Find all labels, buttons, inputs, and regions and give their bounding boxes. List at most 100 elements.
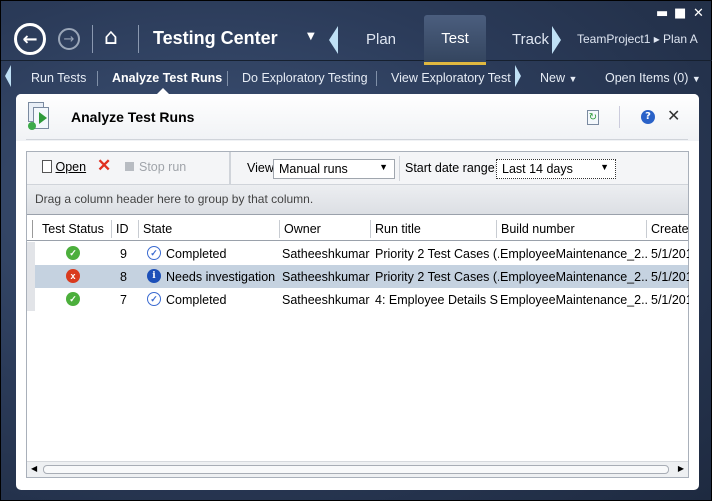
- column-created[interactable]: Created: [651, 222, 689, 236]
- cell-owner: Satheeshkumar: [282, 270, 370, 284]
- date-range-value: Last 14 days: [502, 162, 573, 176]
- panel-header: Analyze Test Runs ↻ ? ✕: [16, 94, 699, 141]
- tab-track[interactable]: Track: [512, 31, 549, 48]
- divider: [496, 220, 497, 238]
- stop-run-button[interactable]: Stop run: [125, 160, 186, 174]
- nav-scroll-left[interactable]: [5, 65, 11, 87]
- cell-created: 5/1/201: [651, 247, 689, 261]
- column-header-row: Test Status ID State Owner Run title Bui…: [27, 217, 689, 241]
- divider: [370, 220, 371, 238]
- scroll-left-arrow[interactable]: ◀: [31, 464, 37, 473]
- divider: [619, 106, 620, 128]
- row-handle[interactable]: [27, 288, 35, 311]
- column-owner[interactable]: Owner: [284, 222, 321, 236]
- divider: [227, 71, 228, 86]
- scrollbar-thumb[interactable]: [43, 465, 669, 474]
- cell-run-title: Priority 2 Test Cases (...: [375, 247, 499, 261]
- view-dropdown[interactable]: Manual runs ▼: [273, 159, 395, 179]
- cell-id: 8: [120, 270, 127, 284]
- divider: [279, 220, 280, 238]
- cell-owner: Satheeshkumar: [282, 247, 370, 261]
- view-value: Manual runs: [279, 162, 348, 176]
- row-handle[interactable]: [27, 265, 35, 288]
- back-button[interactable]: ←: [14, 23, 46, 55]
- open-button[interactable]: Open: [42, 160, 86, 174]
- state-completed-icon: ✓: [147, 246, 161, 260]
- cell-id: 7: [120, 293, 127, 307]
- group-by-area[interactable]: Drag a column header here to group by th…: [27, 185, 688, 215]
- test-runs-icon: [28, 102, 54, 132]
- open-label: Open: [55, 160, 87, 174]
- cell-build-number: EmployeeMaintenance_2...: [500, 247, 648, 261]
- cell-state: Completed: [166, 293, 227, 307]
- close-panel-button[interactable]: ✕: [667, 106, 680, 125]
- column-run-title[interactable]: Run title: [375, 222, 421, 236]
- cell-state: Completed: [166, 247, 227, 261]
- table-row[interactable]: ✓ 7 ✓ Completed Satheeshkumar 4: Employee Det…: [27, 288, 689, 311]
- chevron-down-icon: ▼: [379, 162, 388, 172]
- column-test-status[interactable]: Test Status: [42, 222, 104, 236]
- cell-id: 9: [120, 247, 127, 261]
- divider: [26, 139, 688, 140]
- cell-build-number: EmployeeMaintenance_2...: [500, 293, 648, 307]
- horizontal-scrollbar[interactable]: ◀ ▶: [27, 461, 688, 477]
- cell-build-number: EmployeeMaintenance_2...: [500, 270, 648, 284]
- scroll-right-arrow[interactable]: ▶: [678, 464, 684, 473]
- divider: [97, 71, 98, 86]
- maximize-button[interactable]: ■: [674, 6, 686, 21]
- nav-run-tests[interactable]: Run Tests: [31, 71, 86, 85]
- minimize-button[interactable]: ▬: [656, 6, 668, 21]
- open-items-label: Open Items (0): [605, 71, 689, 85]
- info-icon: i: [147, 269, 161, 283]
- column-build-number[interactable]: Build number: [501, 222, 575, 236]
- tabs-scroll-right[interactable]: [552, 26, 561, 54]
- cell-run-title: Priority 2 Test Cases (...: [375, 270, 499, 284]
- toolbar: Open ✕ Stop run View: Manual runs ▼ Start…: [27, 152, 688, 185]
- nav-scroll-right[interactable]: [515, 65, 521, 87]
- table-row[interactable]: ✓ 9 ✓ Completed Satheeshkumar Priority 2 Test…: [27, 242, 689, 265]
- tab-test[interactable]: Test: [424, 15, 486, 65]
- new-label: New: [540, 71, 566, 85]
- state-completed-icon: ✓: [147, 292, 161, 306]
- failed-icon: x: [66, 269, 80, 283]
- start-date-range-label: Start date range:: [405, 161, 499, 175]
- divider: [646, 220, 647, 238]
- divider: [399, 156, 400, 181]
- cell-state: Needs investigation: [166, 270, 276, 284]
- nav-analyze-test-runs[interactable]: Analyze Test Runs: [112, 71, 222, 85]
- chevron-down-icon[interactable]: ▼: [307, 31, 315, 42]
- new-menu[interactable]: New ▼: [540, 71, 577, 85]
- help-icon[interactable]: ?: [641, 110, 655, 124]
- cell-created: 5/1/201: [651, 293, 689, 307]
- passed-icon: ✓: [66, 292, 80, 306]
- open-items-menu[interactable]: Open Items (0) ▼: [605, 71, 701, 85]
- table-row[interactable]: x 8 i Needs investigation Satheeshkumar Prior…: [27, 265, 689, 288]
- tab-plan[interactable]: Plan: [366, 31, 396, 48]
- sub-navigation: Run Tests Analyze Test Runs Do Explorato…: [1, 63, 712, 94]
- refresh-icon[interactable]: ↻: [587, 110, 599, 125]
- delete-icon[interactable]: ✕: [97, 156, 111, 176]
- close-window-button[interactable]: ✕: [693, 6, 704, 21]
- stop-icon: [125, 162, 134, 171]
- column-id[interactable]: ID: [116, 222, 129, 236]
- breadcrumb[interactable]: TeamProject1 ▸ Plan A: [577, 32, 698, 46]
- forward-button[interactable]: →: [58, 28, 80, 50]
- divider: [111, 220, 112, 238]
- start-date-range-dropdown[interactable]: Last 14 days ▼: [496, 159, 616, 179]
- chevron-down-icon: ▼: [600, 162, 609, 172]
- home-icon[interactable]: ⌂: [104, 25, 118, 50]
- column-state[interactable]: State: [143, 222, 172, 236]
- tabs-scroll-left[interactable]: [329, 26, 338, 54]
- app-title: Testing Center: [153, 28, 278, 48]
- open-icon: [42, 160, 52, 173]
- divider: [32, 220, 33, 238]
- nav-view-exploratory-test-sessions[interactable]: View Exploratory Test S: [391, 71, 513, 85]
- cell-owner: Satheeshkumar: [282, 293, 370, 307]
- divider: [376, 71, 377, 86]
- cell-run-title: 4: Employee Details S...: [375, 293, 499, 307]
- row-handle[interactable]: [27, 242, 35, 265]
- nav-do-exploratory-testing[interactable]: Do Exploratory Testing: [242, 71, 368, 85]
- page-title: Analyze Test Runs: [71, 109, 195, 125]
- divider: [229, 152, 231, 185]
- divider: [138, 220, 139, 238]
